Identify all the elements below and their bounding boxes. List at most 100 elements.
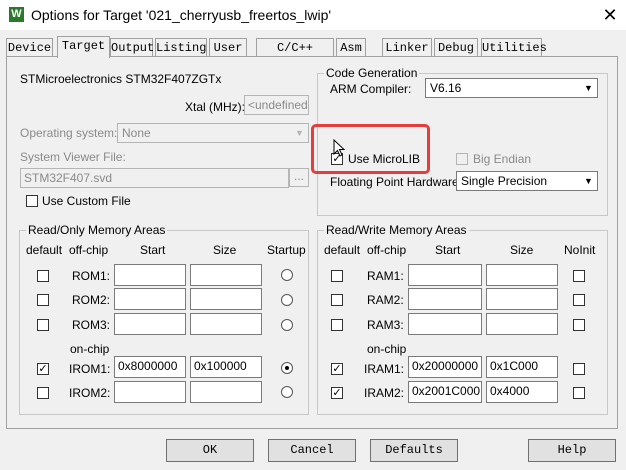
defaults-button[interactable]: Defaults <box>370 439 458 462</box>
ro-memory-title: Read/Only Memory Areas <box>26 223 168 237</box>
rom1-label: ROM1: <box>72 269 111 283</box>
irom1-default-checkbox[interactable]: ✓ <box>37 363 49 375</box>
rom3-size-input[interactable] <box>190 313 262 335</box>
rom1-default-checkbox[interactable] <box>37 270 49 282</box>
highlight-box <box>311 124 430 174</box>
irom1-startup-radio[interactable] <box>281 362 293 374</box>
rom1-startup-radio[interactable] <box>281 269 293 281</box>
irom2-start-input[interactable] <box>114 381 186 403</box>
irom2-default-checkbox[interactable] <box>37 387 49 399</box>
ro-header-startup: Startup <box>267 243 306 257</box>
rom2-default-checkbox[interactable] <box>37 294 49 306</box>
tab-linker[interactable]: Linker <box>382 38 432 56</box>
arm-compiler-label: ARM Compiler: <box>330 82 412 96</box>
ram3-start-input[interactable] <box>408 313 482 335</box>
rom3-default-checkbox[interactable] <box>37 319 49 331</box>
tab-debug[interactable]: Debug <box>434 38 478 56</box>
rw-header-size: Size <box>510 243 534 257</box>
big-endian-label: Big Endian <box>473 152 532 166</box>
irom1-size-input[interactable]: 0x100000 <box>190 356 262 378</box>
rom2-startup-radio[interactable] <box>281 294 293 306</box>
irom2-startup-radio[interactable] <box>281 386 293 398</box>
ram1-noinit-checkbox[interactable] <box>573 270 585 282</box>
window-title: Options for Target '021_cherryusb_freert… <box>31 7 332 23</box>
ram2-label: RAM2: <box>367 293 404 307</box>
use-custom-file-label: Use Custom File <box>42 194 131 208</box>
rom2-start-input[interactable] <box>114 288 186 310</box>
chevron-down-icon: ▼ <box>584 176 593 186</box>
tab-cc[interactable]: C/C++ (AC6) <box>256 38 334 73</box>
iram1-noinit-checkbox[interactable] <box>573 363 585 375</box>
os-label: Operating system: <box>20 126 118 140</box>
rom1-size-input[interactable] <box>190 264 262 286</box>
use-custom-file-checkbox[interactable] <box>26 195 38 207</box>
cancel-button[interactable]: Cancel <box>268 439 356 462</box>
rw-header-noinit: NoInit <box>564 243 596 257</box>
rom3-startup-radio[interactable] <box>281 319 293 331</box>
ram3-default-checkbox[interactable] <box>331 319 343 331</box>
mouse-cursor-icon <box>333 139 346 157</box>
svf-label: System Viewer File: <box>20 150 126 164</box>
tab-user[interactable]: User <box>209 38 247 56</box>
rw-header-start: Start <box>435 243 461 257</box>
help-button[interactable]: Help <box>528 439 616 462</box>
rw-memory-title: Read/Write Memory Areas <box>324 223 469 237</box>
fph-label: Floating Point Hardware: <box>330 175 463 189</box>
ram3-size-input[interactable] <box>486 313 558 335</box>
ram3-label: RAM3: <box>367 318 404 332</box>
tab-utilities[interactable]: Utilities <box>481 38 547 56</box>
iram2-default-checkbox[interactable]: ✓ <box>331 387 343 399</box>
xtal-input[interactable]: <undefined> <box>244 95 309 115</box>
iram2-size-input[interactable]: 0x4000 <box>486 381 558 403</box>
ram1-size-input[interactable] <box>486 264 558 286</box>
tab-device[interactable]: Device <box>6 38 53 56</box>
arm-compiler-select[interactable]: V6.16 ▼ <box>425 78 598 98</box>
close-icon[interactable]: ✕ <box>597 3 623 27</box>
iram1-start-input[interactable]: 0x20000000 <box>408 356 482 378</box>
iram2-noinit-checkbox[interactable] <box>573 387 585 399</box>
chevron-down-icon: ▼ <box>584 83 593 93</box>
ram3-noinit-checkbox[interactable] <box>573 319 585 331</box>
code-generation-title: Code Generation <box>324 66 420 80</box>
iram2-start-input[interactable]: 0x2001C000 <box>408 381 482 403</box>
tab-listing[interactable]: Listing <box>155 38 207 56</box>
irom1-start-input[interactable]: 0x8000000 <box>114 356 186 378</box>
os-select[interactable]: None ▼ <box>117 123 309 143</box>
ram1-default-checkbox[interactable] <box>331 270 343 282</box>
fph-value: Single Precision <box>461 174 548 188</box>
iram1-size-input[interactable]: 0x1C000 <box>486 356 558 378</box>
ro-header-default: default <box>26 243 63 257</box>
ram2-noinit-checkbox[interactable] <box>573 294 585 306</box>
svf-browse-button[interactable]: ... <box>289 168 309 187</box>
ro-onchip-label: on-chip <box>70 342 110 356</box>
device-name: STMicroelectronics STM32F407ZGTx <box>20 72 222 86</box>
rom2-label: ROM2: <box>72 293 111 307</box>
tab-target[interactable]: Target <box>57 36 110 58</box>
ram2-size-input[interactable] <box>486 288 558 310</box>
rom3-start-input[interactable] <box>114 313 186 335</box>
ro-header-start: Start <box>140 243 166 257</box>
fph-select[interactable]: Single Precision ▼ <box>456 171 598 191</box>
big-endian-checkbox[interactable] <box>456 153 468 165</box>
svf-input[interactable]: STM32F407.svd <box>20 168 289 188</box>
rom2-size-input[interactable] <box>190 288 262 310</box>
irom2-size-input[interactable] <box>190 381 262 403</box>
tab-output[interactable]: Output <box>110 38 154 56</box>
iram2-label: IRAM2: <box>364 386 405 400</box>
rw-header-default: default <box>324 243 361 257</box>
ram1-start-input[interactable] <box>408 264 482 286</box>
ram2-start-input[interactable] <box>408 288 482 310</box>
chevron-down-icon: ▼ <box>295 128 304 138</box>
ro-header-size: Size <box>213 243 237 257</box>
rom1-start-input[interactable] <box>114 264 186 286</box>
xtal-label: Xtal (MHz): <box>185 100 245 114</box>
ok-button[interactable]: OK <box>166 439 254 462</box>
tab-asm[interactable]: Asm <box>336 38 366 56</box>
iram1-label: IRAM1: <box>364 362 405 376</box>
iram1-default-checkbox[interactable]: ✓ <box>331 363 343 375</box>
os-value: None <box>122 126 151 140</box>
ram2-default-checkbox[interactable] <box>331 294 343 306</box>
arm-compiler-value: V6.16 <box>430 81 462 95</box>
rw-onchip-label: on-chip <box>367 342 407 356</box>
ram1-label: RAM1: <box>367 269 404 283</box>
